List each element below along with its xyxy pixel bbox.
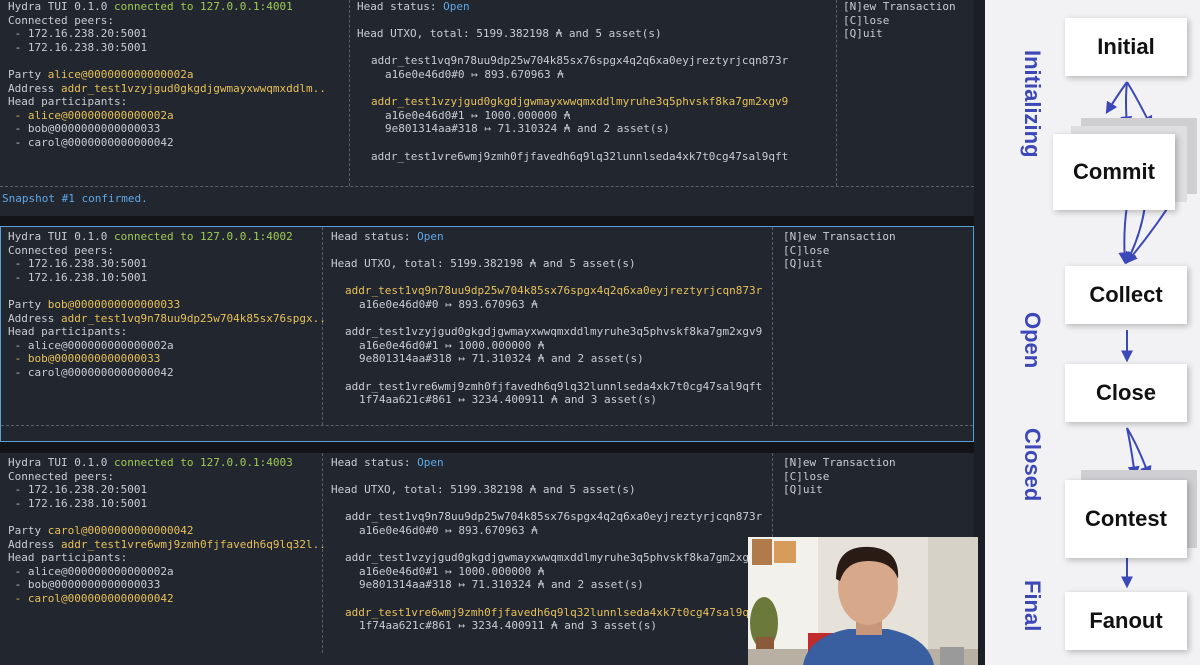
participant-item: - carol@0000000000000042 [8, 365, 174, 379]
participant-item: - alice@000000000000002a [8, 338, 174, 352]
utxo-address: addr_test1vzyjgud0gkgdjgwmayxwwqmxddlmyr… [371, 95, 789, 109]
peer-item: - 172.16.238.10:5001 [8, 496, 148, 510]
utxo-address: addr_test1vzyjgud0gkgdjgwmayxwwqmxddlmyr… [345, 551, 763, 565]
quit-command[interactable]: [Q]uit [783, 257, 963, 271]
diagram-arrows [1105, 81, 1170, 589]
participant-item: - bob@0000000000000033 [8, 352, 161, 366]
close-command[interactable]: [C]lose [843, 14, 971, 28]
party-line: Party alice@000000000000002a [8, 67, 194, 81]
utxo-address: addr_test1vre6wmj9zmh0fjfavedh6q9lq32lun… [345, 605, 763, 619]
tui-pane-1[interactable]: Hydra TUI 0.1.0 connected to 127.0.0.1:4… [0, 0, 974, 216]
utxo-entry: 9e801314aa#318 ↦ 71.310324 ₳ and 2 asset… [385, 122, 670, 136]
header-line: Hydra TUI 0.1.0 connected to 127.0.0.1:4… [8, 456, 293, 469]
tui-pane-2[interactable]: Hydra TUI 0.1.0 connected to 127.0.0.1:4… [0, 226, 974, 442]
phase-closed: Closed [1020, 428, 1045, 502]
party-line: Party bob@0000000000000033 [8, 297, 181, 311]
address-line: Address addr_test1vzyjgud0gkgdjgwmayxwwq… [8, 81, 326, 95]
address-line: Address addr_test1vq9n78uu9dp25w704k85sx… [8, 311, 326, 325]
phase-initializing: Initializing [1020, 50, 1045, 158]
utxo-total: Head UTXO, total: 5199.382198 ₳ and 5 as… [331, 257, 636, 271]
peer-item: - 172.16.238.20:5001 [8, 27, 148, 41]
header-line: Hydra TUI 0.1.0 connected to 127.0.0.1:4… [8, 230, 293, 243]
participant-item: - carol@0000000000000042 [8, 591, 174, 605]
peers-label: Connected peers: [8, 13, 114, 27]
phase-final: Final [1020, 580, 1045, 632]
state-diagram: Initial Commit Collect Close Contest Fan… [985, 0, 1200, 665]
utxo-entry: 9e801314aa#318 ↦ 71.310324 ₳ and 2 asset… [359, 352, 644, 366]
utxo-address: addr_test1vre6wmj9zmh0fjfavedh6q9lq32lun… [345, 379, 763, 393]
participant-item: - carol@0000000000000042 [8, 135, 174, 149]
peer-item: - 172.16.238.10:5001 [8, 270, 148, 284]
peers-label: Connected peers: [8, 469, 114, 483]
state-initial: Initial [1065, 18, 1187, 76]
pane-divider [0, 442, 974, 453]
utxo-address: addr_test1vq9n78uu9dp25w704k85sx76spgx4q… [371, 54, 789, 68]
quit-command[interactable]: [Q]uit [783, 483, 963, 497]
utxo-total: Head UTXO, total: 5199.382198 ₳ and 5 as… [331, 483, 636, 497]
participants-label: Head participants: [8, 325, 128, 339]
utxo-entry: a16e0e46d0#0 ↦ 893.670963 ₳ [359, 297, 538, 311]
quit-command[interactable]: [Q]uit [843, 27, 971, 41]
utxo-entry: a16e0e46d0#0 ↦ 893.670963 ₳ [359, 523, 538, 537]
state-contest: Contest [1065, 480, 1187, 558]
participants-label: Head participants: [8, 551, 128, 565]
head-status-line: Head status: Open [331, 230, 444, 243]
participant-item: - alice@000000000000002a [8, 108, 174, 122]
peer-item: - 172.16.238.30:5001 [8, 257, 148, 271]
phase-open: Open [1020, 312, 1045, 369]
utxo-address: addr_test1vre6wmj9zmh0fjfavedh6q9lq32lun… [371, 149, 789, 163]
state-close: Close [1065, 364, 1187, 422]
snapshot-status: Snapshot #1 confirmed. [2, 192, 148, 205]
address-line: Address addr_test1vre6wmj9zmh0fjfavedh6q… [8, 537, 326, 551]
party-line: Party carol@0000000000000042 [8, 523, 194, 537]
utxo-total: Head UTXO, total: 5199.382198 ₳ and 5 as… [357, 27, 662, 41]
state-fanout: Fanout [1065, 592, 1187, 650]
state-commit: Commit [1053, 134, 1175, 210]
utxo-entry: a16e0e46d0#1 ↦ 1000.000000 ₳ [359, 338, 545, 352]
utxo-entry: a16e0e46d0#1 ↦ 1000.000000 ₳ [385, 108, 571, 122]
head-status-line: Head status: Open [331, 456, 444, 469]
utxo-entry: a16e0e46d0#0 ↦ 893.670963 ₳ [385, 67, 564, 81]
webcam-video [748, 537, 978, 665]
utxo-entry: 1f74aa621c#861 ↦ 3234.400911 ₳ and 3 ass… [359, 393, 658, 407]
new-transaction-command[interactable]: [N]ew Transaction [783, 456, 963, 470]
utxo-address: addr_test1vq9n78uu9dp25w704k85sx76spgx4q… [345, 284, 763, 298]
utxo-entry: 1f74aa621c#861 ↦ 3234.400911 ₳ and 3 ass… [359, 619, 658, 633]
pane-divider [0, 216, 974, 226]
participant-item: - alice@000000000000002a [8, 564, 174, 578]
new-transaction-command[interactable]: [N]ew Transaction [843, 0, 971, 14]
utxo-entry: 9e801314aa#318 ↦ 71.310324 ₳ and 2 asset… [359, 578, 644, 592]
peer-item: - 172.16.238.20:5001 [8, 483, 148, 497]
utxo-entry: a16e0e46d0#1 ↦ 1000.000000 ₳ [359, 564, 545, 578]
peer-item: - 172.16.238.30:5001 [8, 40, 148, 54]
new-transaction-command[interactable]: [N]ew Transaction [783, 230, 963, 244]
close-command[interactable]: [C]lose [783, 244, 963, 258]
utxo-address: addr_test1vq9n78uu9dp25w704k85sx76spgx4q… [345, 510, 763, 524]
state-collect: Collect [1065, 266, 1187, 324]
utxo-address: addr_test1vzyjgud0gkgdjgwmayxwwqmxddlmyr… [345, 325, 763, 339]
participant-item: - bob@0000000000000033 [8, 578, 161, 592]
header-line: Hydra TUI 0.1.0 connected to 127.0.0.1:4… [8, 0, 293, 13]
peers-label: Connected peers: [8, 243, 114, 257]
head-status-line: Head status: Open [357, 0, 470, 13]
participants-label: Head participants: [8, 95, 128, 109]
participant-item: - bob@0000000000000033 [8, 122, 161, 136]
close-command[interactable]: [C]lose [783, 470, 963, 484]
